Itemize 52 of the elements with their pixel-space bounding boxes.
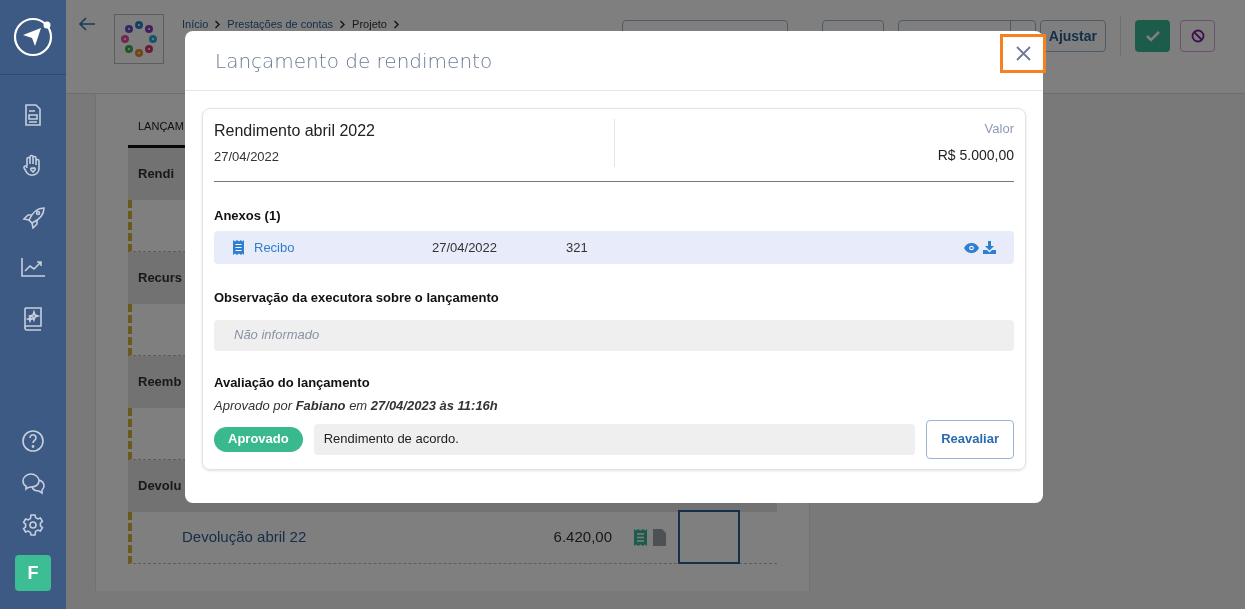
back-arrow-icon[interactable] (78, 16, 96, 32)
chart-icon[interactable] (20, 256, 46, 278)
rocket-icon[interactable] (20, 205, 46, 229)
book-icon[interactable] (21, 305, 45, 331)
entry-link[interactable]: Devolução abril 22 (182, 525, 542, 549)
project-logo (114, 14, 164, 64)
breadcrumb-text: Projeto (352, 17, 387, 32)
close-button[interactable] (1000, 34, 1046, 73)
reevaluate-button[interactable]: Reavaliar (926, 419, 1014, 459)
approve-button[interactable] (1135, 20, 1170, 52)
section-title: Anexos (1) (214, 206, 282, 225)
entry-date: 27/04/2022 (214, 148, 281, 166)
comment-text: Rendimento de acordo. (323, 430, 459, 449)
breadcrumb-link[interactable]: Prestações de contas (227, 16, 334, 33)
attachment-link[interactable]: Recibo (254, 237, 432, 258)
selection-box[interactable] (678, 510, 740, 564)
receipt-icon[interactable] (634, 528, 647, 546)
section-title: Observação da executora sobre o lançamento (214, 289, 500, 307)
evaluation-note: Aprovado por Fabiano em 27/04/2023 às 11:16h (214, 397, 499, 415)
settings-icon[interactable] (21, 513, 45, 537)
status-badge: Aprovado (214, 426, 303, 452)
group-title: Recurs (138, 268, 183, 287)
section-title: Avaliação do lançamento (214, 373, 371, 392)
file-icon[interactable] (653, 528, 666, 546)
value-label: Valor (984, 120, 1014, 138)
attachment-number: 321 (566, 238, 588, 257)
receipt-icon (233, 240, 244, 255)
group-title: Rendi (138, 164, 175, 183)
ban-icon (1190, 29, 1205, 43)
group-title: Devolu (138, 476, 182, 495)
modal-title: Lançamento de rendimento (215, 47, 493, 75)
user-avatar[interactable]: F (15, 555, 51, 591)
help-icon[interactable] (21, 429, 45, 453)
download-icon[interactable] (983, 241, 996, 254)
breadcrumb-link[interactable]: Início (182, 16, 209, 33)
eye-icon[interactable] (964, 242, 979, 253)
attachment-date: 27/04/2022 (432, 238, 499, 257)
group-title: Reemb (138, 372, 182, 391)
entry-amount: 6.420,00 (552, 526, 612, 547)
chevron-icon (392, 19, 400, 29)
close-icon (1015, 46, 1031, 61)
entry-name: Rendimento abril 2022 (214, 121, 376, 141)
chevron-icon (214, 19, 222, 29)
adjust-button[interactable]: Ajustar (1039, 20, 1106, 52)
entry-row[interactable]: Devolução abril 22 6.420,00 (128, 511, 777, 564)
placeholder-text: Não informado (234, 326, 320, 345)
entry-value: R$ 5.000,00 (937, 145, 1014, 165)
chat-icon[interactable] (20, 471, 46, 495)
chevron-icon (339, 19, 347, 29)
check-icon (1145, 30, 1160, 42)
logo-icon[interactable] (12, 16, 54, 58)
reject-button[interactable] (1180, 20, 1215, 52)
